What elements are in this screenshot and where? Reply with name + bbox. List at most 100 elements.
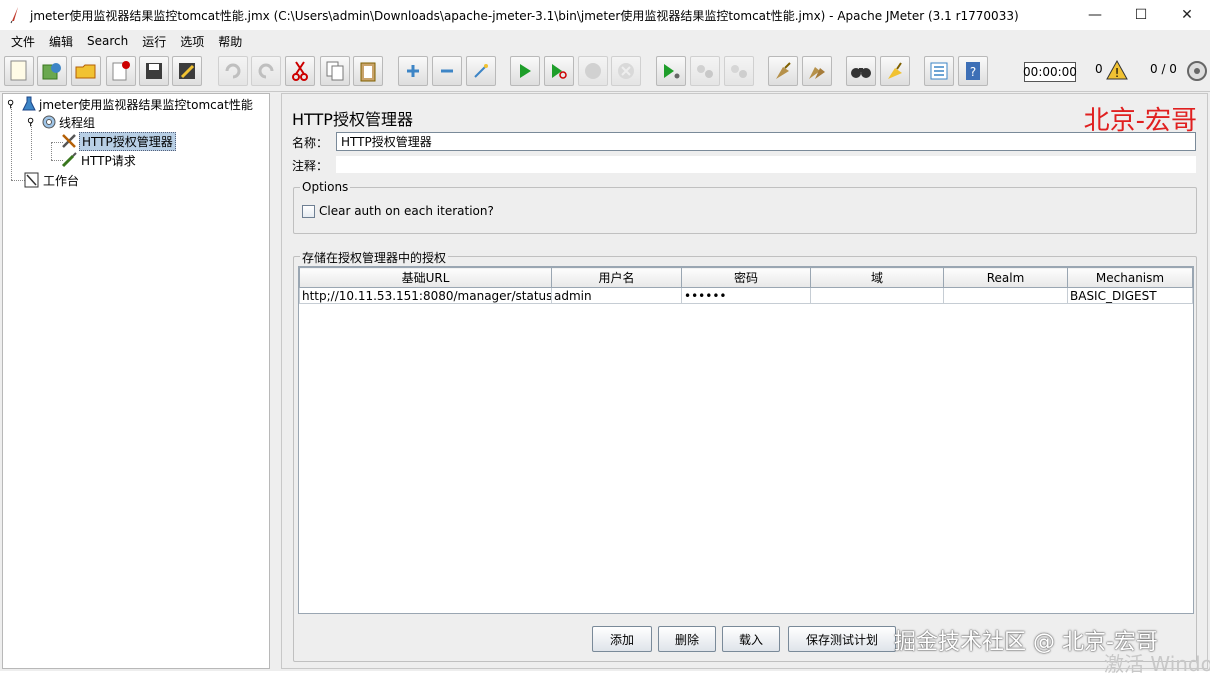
tree-label-workbench: 工作台 <box>43 173 80 188</box>
thread-count: 0 / 0 <box>1150 62 1177 76</box>
column-header-mechanism[interactable]: Mechanism <box>1067 267 1193 288</box>
column-header-password[interactable]: 密码 <box>681 267 811 288</box>
toggle-wand-icon <box>474 64 488 78</box>
split-pane-divider[interactable] <box>272 93 280 669</box>
jmeter-window: jmeter使用监视器结果监控tomcat性能.jmx (C:\Users\ad… <box>0 0 1210 676</box>
remote-shutdown-button[interactable] <box>724 56 754 86</box>
column-header-username[interactable]: 用户名 <box>551 267 682 288</box>
redo-button[interactable] <box>251 56 281 86</box>
templates-button[interactable] <box>37 56 67 86</box>
menu-file[interactable]: 文件 <box>4 33 42 50</box>
name-row: 名称： <box>292 132 332 152</box>
menu-edit[interactable]: 编辑 <box>42 33 80 50</box>
start-no-timers-button[interactable] <box>544 56 574 86</box>
stop-button[interactable] <box>578 56 608 86</box>
reset-search-button[interactable] <box>880 56 910 86</box>
title-bar: jmeter使用监视器结果监控tomcat性能.jmx (C:\Users\ad… <box>0 0 1210 30</box>
undo-button[interactable] <box>218 56 248 86</box>
clear-all-button[interactable] <box>802 56 832 86</box>
menu-options[interactable]: 选项 <box>173 33 211 50</box>
toggle-button[interactable] <box>466 56 496 86</box>
expand-handle-icon[interactable]: ⚲ <box>27 117 41 128</box>
play-no-pause-icon <box>552 64 567 79</box>
name-label: 名称： <box>292 135 329 150</box>
close-button[interactable]: ✕ <box>1164 0 1210 30</box>
clear-button[interactable] <box>768 56 798 86</box>
auth-manager-panel: HTTP授权管理器 北京-宏哥 名称： 注释： Options Clear au… <box>281 93 1210 676</box>
templates-icon <box>42 63 61 80</box>
cell-username[interactable]: admin <box>551 287 682 304</box>
maximize-button[interactable]: ☐ <box>1118 0 1164 30</box>
expand-all-button[interactable] <box>398 56 428 86</box>
clear-auth-checkbox[interactable] <box>302 204 315 218</box>
cell-base-url[interactable]: http;//10.11.53.151:8080/manager/status <box>299 287 552 304</box>
comment-row: 注释： <box>292 155 332 175</box>
collapse-all-button[interactable] <box>432 56 462 86</box>
save-button[interactable] <box>139 56 169 86</box>
save-as-button[interactable] <box>172 56 202 86</box>
shutdown-button[interactable] <box>611 56 641 86</box>
comment-label: 注释： <box>292 158 329 173</box>
table-row[interactable]: http;//10.11.53.151:8080/manager/status … <box>299 287 1193 304</box>
tree-node-http-request[interactable]: HTTP请求 <box>61 151 138 169</box>
cell-password[interactable]: •••••• <box>681 287 811 304</box>
toolbar: ? 00:00:00 0 ! 0 / 0 <box>0 52 1210 92</box>
stored-auth-title: 存储在授权管理器中的授权 <box>300 249 449 266</box>
comment-input[interactable] <box>336 156 1196 173</box>
tree-node-workbench[interactable]: 工作台 <box>23 171 81 189</box>
warning-icon: ! <box>1106 59 1128 83</box>
new-button[interactable] <box>4 56 34 86</box>
edit-icon <box>179 63 195 79</box>
tree-node-auth-manager[interactable]: HTTP授权管理器 <box>61 131 176 151</box>
function-helper-button[interactable] <box>924 56 954 86</box>
copy-button[interactable] <box>320 56 350 86</box>
menu-help[interactable]: 帮助 <box>211 33 249 50</box>
options-title: Options <box>300 180 351 194</box>
error-count: 0 <box>1095 62 1103 76</box>
remote-start-icon <box>664 64 680 79</box>
menu-bar: 文件 编辑 Search 运行 选项 帮助 <box>0 30 1210 52</box>
delete-button[interactable]: 删除 <box>658 626 716 652</box>
remote-start-button[interactable] <box>656 56 686 86</box>
pipette-icon <box>61 152 77 168</box>
undo-icon <box>225 63 241 79</box>
options-group: Options Clear auth on each iteration? <box>293 180 1197 234</box>
windows-activation-watermark: 激活 Windo <box>1104 652 1210 676</box>
paste-button[interactable] <box>353 56 383 86</box>
name-input[interactable] <box>336 132 1196 151</box>
tree-node-test-plan[interactable]: ⚲ jmeter使用监视器结果监控tomcat性能 <box>7 95 255 113</box>
column-header-realm[interactable]: Realm <box>943 267 1068 288</box>
gear-icon <box>42 115 56 129</box>
cell-realm[interactable] <box>943 287 1068 304</box>
minimize-button[interactable]: — <box>1072 0 1118 30</box>
cut-button[interactable] <box>285 56 315 86</box>
tree-node-thread-group[interactable]: ⚲ 线程组 <box>27 113 97 131</box>
elapsed-timer: 00:00:00 <box>1023 62 1077 82</box>
minus-icon <box>441 69 453 73</box>
list-icon <box>930 62 948 80</box>
open-button[interactable] <box>71 56 101 86</box>
column-header-domain[interactable]: 域 <box>810 267 944 288</box>
clear-auth-option[interactable]: Clear auth on each iteration? <box>302 204 494 218</box>
expand-handle-icon[interactable]: ⚲ <box>7 99 21 110</box>
cell-domain[interactable] <box>810 287 944 304</box>
binoculars-icon <box>851 68 871 78</box>
start-button[interactable] <box>510 56 540 86</box>
menu-search[interactable]: Search <box>80 34 135 48</box>
remote-shutdown-icon <box>731 65 747 78</box>
copy-icon <box>326 61 344 81</box>
load-button[interactable]: 载入 <box>722 626 780 652</box>
add-button[interactable]: 添加 <box>592 626 652 652</box>
menu-run[interactable]: 运行 <box>135 33 173 50</box>
remote-stop-button[interactable] <box>690 56 720 86</box>
tree-connector <box>11 104 12 180</box>
tools-icon <box>62 134 76 148</box>
help-button[interactable]: ? <box>958 56 988 86</box>
column-header-base-url[interactable]: 基础URL <box>299 267 552 288</box>
cell-mechanism[interactable]: BASIC_DIGEST <box>1067 287 1193 304</box>
save-test-plan-button[interactable]: 保存测试计划 <box>788 626 896 652</box>
close-file-button[interactable] <box>106 56 136 86</box>
search-button[interactable] <box>846 56 876 86</box>
redo-icon <box>258 63 274 79</box>
plus-icon <box>407 65 419 77</box>
